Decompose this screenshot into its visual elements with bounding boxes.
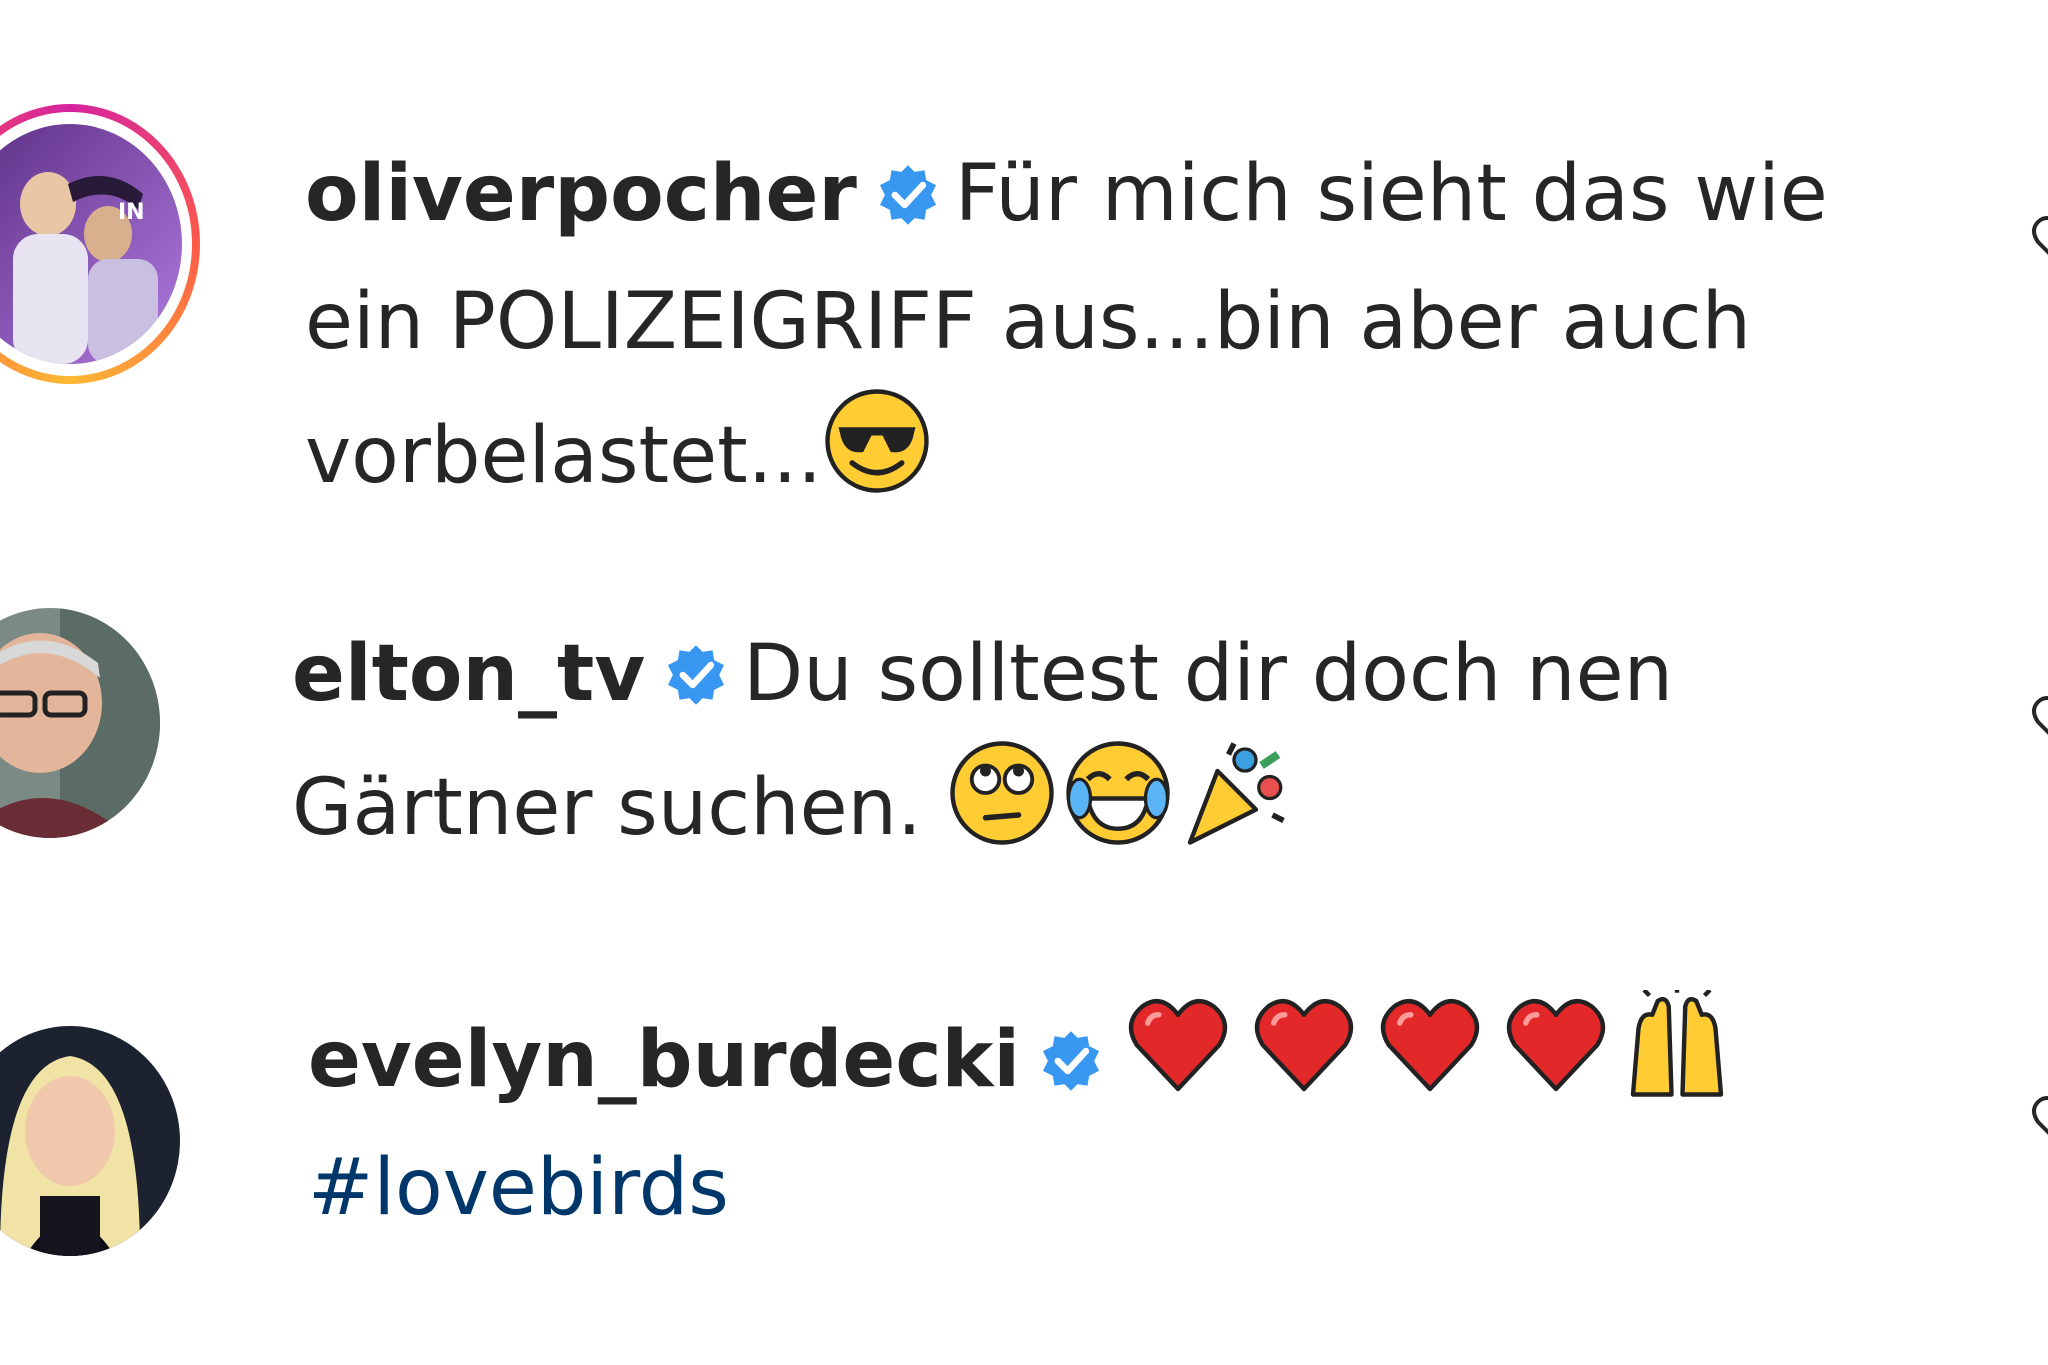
party-popper-icon — [1187, 742, 1285, 845]
comment-text: elton_tv Du solltest dir doch nen Gärtner… — [292, 610, 1912, 872]
svg-text:IN: IN — [118, 200, 145, 225]
red-heart-icon — [1255, 999, 1354, 1092]
comment-item: elton_tv Du solltest dir doch nen Gärtner… — [0, 480, 2048, 880]
comment-username[interactable]: oliverpocher — [305, 149, 857, 239]
red-heart-icon — [1507, 999, 1606, 1092]
heart-outline-icon[interactable] — [2018, 200, 2048, 280]
comment-item: evelyn_burdecki #lovebirds — [0, 880, 2048, 1365]
heart-outline-icon[interactable] — [2018, 680, 2048, 760]
comment-text: evelyn_burdecki #lovebirds — [308, 990, 1968, 1252]
verified-badge-icon — [879, 165, 936, 225]
comment-list: IN oliverpocher Für mich sieht das wie ei… — [0, 0, 2048, 1365]
red-heart-icon — [1129, 999, 1228, 1092]
avatar-image — [0, 608, 160, 838]
raising-hands-icon — [1630, 990, 1724, 1097]
hashtag-link[interactable]: #lovebirds — [308, 1143, 729, 1233]
comment-text: oliverpocher Für mich sieht das wie ein P… — [305, 130, 1915, 520]
comment-item: IN oliverpocher Für mich sieht das wie ei… — [0, 0, 2048, 501]
verified-badge-icon — [1043, 1031, 1100, 1091]
avatar[interactable] — [0, 608, 160, 838]
heart-outline-icon[interactable] — [2018, 1080, 2048, 1160]
face-with-rolling-eyes-icon — [949, 741, 1054, 845]
comment-username[interactable]: elton_tv — [292, 629, 645, 719]
avatar-image — [0, 1026, 180, 1256]
face-with-tears-of-joy-icon — [1065, 741, 1170, 845]
verified-badge-icon — [668, 645, 725, 705]
comment-username[interactable]: evelyn_burdecki — [308, 1015, 1020, 1105]
red-heart-icon — [1381, 999, 1480, 1092]
avatar[interactable] — [0, 1026, 180, 1256]
